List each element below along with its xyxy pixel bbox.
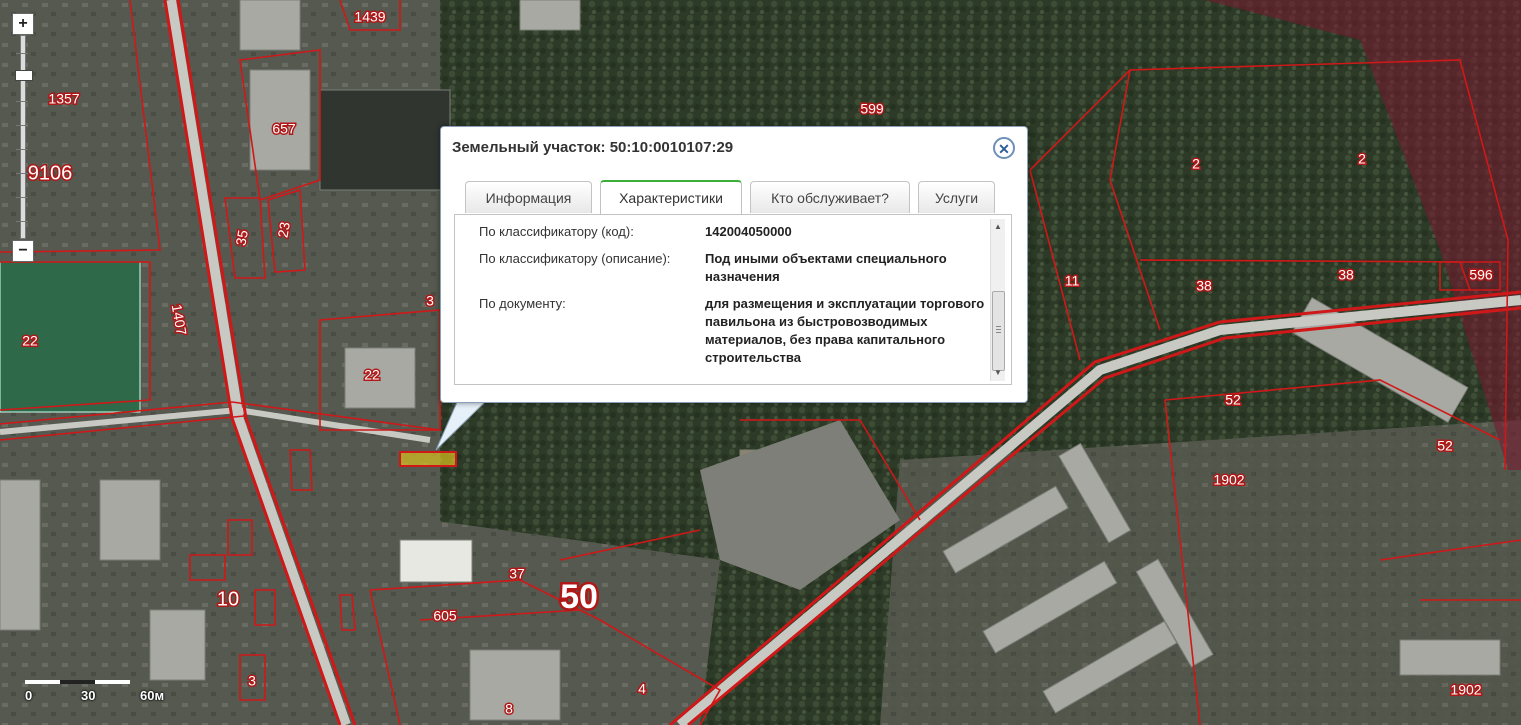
parcel-label: 4: [638, 681, 646, 697]
parcel-label: 605: [433, 608, 457, 624]
content-scrollbar[interactable]: ▲ ▼: [990, 219, 1005, 381]
row-label-classifier-description: По классификатору (описание):: [479, 251, 671, 266]
zoom-slider-track[interactable]: [20, 35, 26, 239]
row-label-document: По документу:: [479, 296, 566, 311]
close-icon[interactable]: ✕: [993, 137, 1015, 159]
tab-information[interactable]: Информация: [465, 181, 592, 213]
zoom-in-button[interactable]: +: [12, 13, 34, 35]
district-label: 50: [560, 578, 598, 616]
tab-content-panel: По классификатору (код): 142004050000 По…: [454, 214, 1012, 385]
parcel-label: 35: [232, 229, 250, 247]
scrollbar-thumb[interactable]: [992, 291, 1005, 371]
scale-bar: 0 30 60м: [25, 676, 165, 706]
parcel-label: 52: [1225, 392, 1241, 408]
parcel-label: 23: [274, 221, 292, 239]
parcel-label: 2: [1358, 151, 1366, 167]
zoom-tick: [16, 149, 28, 150]
tab-characteristics[interactable]: Характеристики: [600, 180, 742, 214]
urban-area-bottom-right: [880, 420, 1521, 725]
parcel-label: 22: [22, 333, 38, 349]
zoom-slider-thumb[interactable]: [15, 70, 33, 81]
parcel-label: 22: [364, 367, 380, 383]
parcel-label: 1902: [1450, 682, 1481, 698]
row-value-document: для размещения и эксплуатации торгового …: [705, 296, 985, 365]
parcel-label: 9106: [28, 162, 73, 184]
grip-line: [996, 326, 1001, 327]
parcel-label: 657: [272, 121, 296, 137]
scale-label: 0: [25, 688, 33, 703]
scale-label: 60м: [140, 688, 165, 703]
row-label-classifier-code: По классификатору (код):: [479, 224, 634, 239]
parcel-label: 3: [426, 293, 434, 309]
row-value-classifier-code: 142004050000: [705, 224, 792, 239]
parcel-label: 38: [1196, 278, 1212, 294]
selected-parcel[interactable]: [399, 451, 457, 467]
scale-label: 30: [81, 688, 96, 703]
parcel-label: 1902: [1213, 472, 1244, 488]
scroll-down-icon[interactable]: ▼: [991, 367, 1005, 379]
parcel-label: 3: [248, 673, 256, 689]
scale-segment: [95, 680, 130, 684]
scale-segment: [60, 680, 95, 684]
parcel-label: 1439: [354, 9, 385, 25]
grip-line: [996, 332, 1001, 333]
football-field: [0, 261, 141, 413]
zoom-control: + −: [12, 13, 34, 262]
scroll-up-icon[interactable]: ▲: [991, 221, 1005, 233]
zoom-out-button[interactable]: −: [12, 240, 34, 262]
parcel-label: 2: [1192, 156, 1200, 172]
tab-services[interactable]: Услуги: [918, 181, 995, 213]
parcel-label: 37: [509, 566, 525, 582]
zoom-tick: [16, 221, 28, 222]
zoom-tick: [16, 101, 28, 102]
zoom-tick: [16, 173, 28, 174]
parcel-label: 8: [505, 701, 513, 717]
scale-segment: [25, 680, 60, 684]
parcel-info-popup: Земельный участок: 50:10:0010107:29 ✕ Ин…: [440, 126, 1028, 403]
row-value-classifier-description: Под иными объектами специального назначе…: [705, 251, 947, 284]
zoom-tick: [16, 197, 28, 198]
parcel-label: 11: [1065, 273, 1080, 289]
parcel-label: 599: [860, 101, 884, 117]
grip-line: [996, 329, 1001, 330]
parcel-label: 1357: [48, 91, 79, 107]
popup-title: Земельный участок: 50:10:0010107:29: [452, 139, 734, 156]
parcel-label: 10: [217, 588, 239, 610]
parcel-label: 38: [1338, 267, 1354, 283]
zoom-tick: [16, 53, 28, 54]
zoom-tick: [16, 125, 28, 126]
tab-who-serves[interactable]: Кто обслуживает?: [750, 181, 910, 213]
parcel-label: 52: [1437, 438, 1453, 454]
parcel-label: 596: [1469, 267, 1493, 283]
